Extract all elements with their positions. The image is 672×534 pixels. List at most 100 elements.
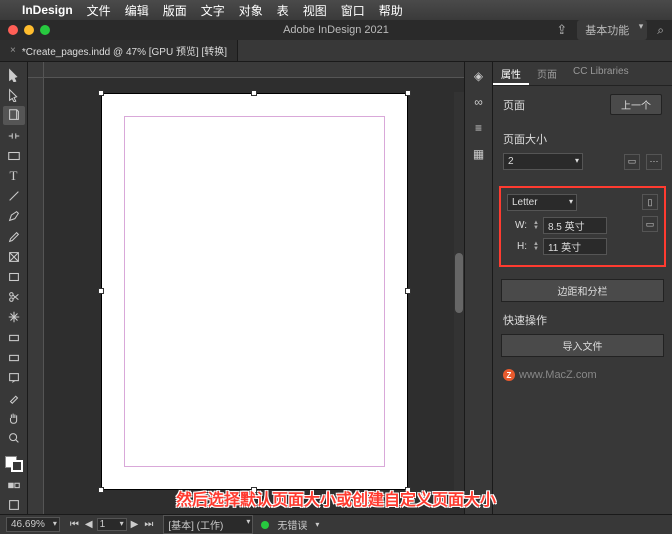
resize-handle[interactable] (405, 288, 411, 294)
status-bar: 46.69% ⏮ ◀ 1 ▶ ⏭ [基本] (工作) 无错误 ▾ (0, 514, 672, 534)
horizontal-ruler[interactable] (44, 62, 464, 78)
tab-pages[interactable]: 页面 (529, 62, 565, 85)
tab-properties[interactable]: 属性 (493, 62, 529, 85)
preflight-status-icon[interactable] (261, 521, 269, 529)
pencil-tool[interactable] (3, 228, 25, 246)
page-number-select[interactable]: 2 (503, 153, 583, 170)
content-collector-tool[interactable] (3, 147, 25, 165)
height-input[interactable] (543, 238, 607, 255)
margins-columns-button[interactable]: 边距和分栏 (501, 279, 664, 302)
width-label: W: (507, 220, 527, 231)
orientation-portrait-icon[interactable]: ▯ (642, 194, 658, 210)
minimize-window-button[interactable] (24, 25, 34, 35)
eyedropper-tool[interactable] (3, 389, 25, 407)
watermark: Z www.MacZ.com (493, 361, 672, 389)
page-edit-icon[interactable]: ▭ (624, 154, 640, 170)
pen-tool[interactable] (3, 207, 25, 225)
first-page-icon[interactable]: ⏮ (68, 519, 81, 530)
zoom-level-select[interactable]: 46.69% (6, 517, 60, 532)
menu-layout[interactable]: 版面 (163, 2, 187, 19)
resize-handle[interactable] (405, 90, 411, 96)
note-tool[interactable] (3, 369, 25, 387)
gradient-swatch-tool[interactable] (3, 328, 25, 346)
links-icon[interactable]: ∞ (470, 94, 488, 110)
watermark-icon: Z (503, 369, 515, 381)
document-tab[interactable]: × *Create_pages.indd @ 47% [GPU 预览] [转换] (0, 40, 238, 61)
vertical-scrollbar[interactable] (454, 92, 464, 494)
share-icon[interactable]: ⇪ (556, 22, 567, 38)
document-tab-label: *Create_pages.indd @ 47% [GPU 预览] [转换] (22, 43, 227, 58)
menu-window[interactable]: 窗口 (341, 2, 365, 19)
workspace-status-select[interactable]: [基本] (工作) (163, 515, 253, 534)
properties-panel: 属性 页面 CC Libraries 页面 上一个 页面大小 2 ▭ ⋯ (492, 62, 672, 514)
page-size-label: 页面大小 (503, 131, 662, 147)
panel-strip: ◈ ∞ ≡ ▦ (464, 62, 492, 514)
app-title: Adobe InDesign 2021 (283, 24, 389, 36)
panel-tabs: 属性 页面 CC Libraries (493, 62, 672, 86)
menu-object[interactable]: 对象 (239, 2, 263, 19)
resize-handle[interactable] (405, 487, 411, 493)
tab-cc-libraries[interactable]: CC Libraries (565, 62, 637, 85)
rectangle-frame-tool[interactable] (3, 248, 25, 266)
watermark-text: www.MacZ.com (519, 369, 597, 381)
height-stepper[interactable]: ▲▼ (533, 242, 539, 252)
next-page-icon[interactable]: ▶ (129, 519, 141, 530)
maximize-window-button[interactable] (40, 25, 50, 35)
menu-file[interactable]: 文件 (87, 2, 111, 19)
page-preset-select[interactable]: Letter (507, 194, 577, 211)
page-options-icon[interactable]: ⋯ (646, 154, 662, 170)
layers-icon[interactable]: ◈ (470, 68, 488, 84)
menu-edit[interactable]: 编辑 (125, 2, 149, 19)
page-navigator[interactable]: ⏮ ◀ 1 ▶ ⏭ (68, 518, 155, 531)
app-titlebar: Adobe InDesign 2021 ⇪ 基本功能 ⌕ (0, 20, 672, 40)
workspace-dropdown[interactable]: 基本功能 (577, 20, 647, 40)
resize-handle[interactable] (251, 487, 257, 493)
view-mode-toggle[interactable] (3, 496, 25, 514)
width-stepper[interactable]: ▲▼ (533, 221, 539, 231)
hand-tool[interactable] (3, 409, 25, 427)
ruler-origin[interactable] (28, 62, 44, 78)
swatches-icon[interactable]: ▦ (470, 146, 488, 162)
fill-stroke-swatch[interactable] (3, 454, 25, 474)
gradient-feather-tool[interactable] (3, 349, 25, 367)
page-margin-guide (124, 116, 385, 467)
direct-selection-tool[interactable] (3, 86, 25, 104)
menu-type[interactable]: 文字 (201, 2, 225, 19)
height-label: H: (507, 241, 527, 252)
resize-handle[interactable] (98, 90, 104, 96)
resize-handle[interactable] (98, 288, 104, 294)
menu-help[interactable]: 帮助 (379, 2, 403, 19)
search-icon[interactable]: ⌕ (657, 23, 664, 38)
line-tool[interactable] (3, 187, 25, 205)
document-canvas[interactable] (28, 62, 464, 514)
last-page-icon[interactable]: ⏭ (142, 519, 155, 530)
selection-tool[interactable] (3, 66, 25, 84)
page[interactable] (102, 94, 407, 489)
close-tab-icon[interactable]: × (10, 45, 16, 56)
free-transform-tool[interactable] (3, 308, 25, 326)
gap-tool[interactable] (3, 127, 25, 145)
stroke-icon[interactable]: ≡ (470, 120, 488, 136)
orientation-landscape-icon[interactable]: ▭ (642, 216, 658, 232)
zoom-tool[interactable] (3, 429, 25, 447)
prev-page-icon[interactable]: ◀ (83, 519, 95, 530)
menu-view[interactable]: 视图 (303, 2, 327, 19)
resize-handle[interactable] (251, 90, 257, 96)
scissors-tool[interactable] (3, 288, 25, 306)
previous-page-button[interactable]: 上一个 (610, 94, 662, 115)
resize-handle[interactable] (98, 487, 104, 493)
type-tool[interactable]: T (3, 167, 25, 185)
page-tool[interactable] (3, 106, 25, 124)
rectangle-tool[interactable] (3, 268, 25, 286)
menu-app[interactable]: InDesign (22, 3, 73, 17)
close-window-button[interactable] (8, 25, 18, 35)
tools-panel: T (0, 62, 28, 514)
vertical-ruler[interactable] (28, 78, 44, 514)
width-input[interactable] (543, 217, 607, 234)
document-tabbar: × *Create_pages.indd @ 47% [GPU 预览] [转换] (0, 40, 672, 62)
color-toggle[interactable] (3, 476, 25, 494)
mac-menubar: InDesign 文件 编辑 版面 文字 对象 表 视图 窗口 帮助 (0, 0, 672, 20)
menu-table[interactable]: 表 (277, 2, 289, 19)
import-file-button[interactable]: 导入文件 (501, 334, 664, 357)
page-number-field[interactable]: 1 (97, 518, 127, 531)
